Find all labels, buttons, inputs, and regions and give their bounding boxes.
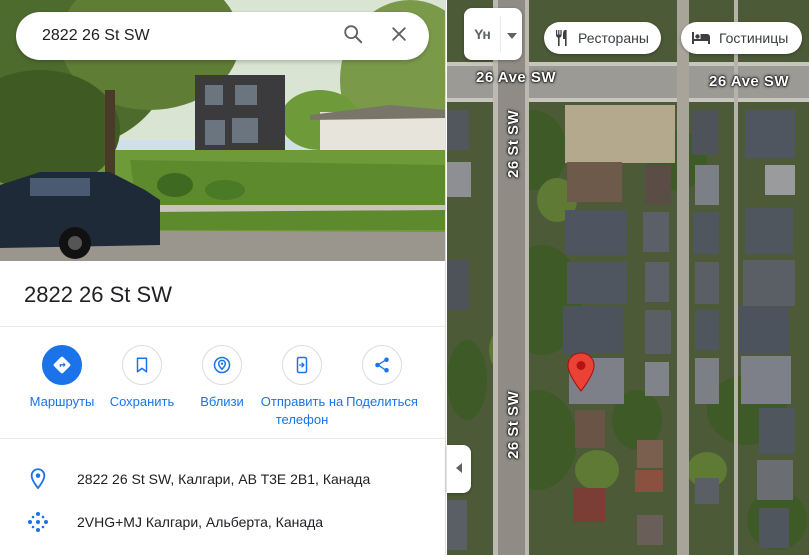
layer-dropdown-button[interactable] <box>501 8 522 60</box>
chip-label-hotels: Гостиницы <box>719 30 789 46</box>
chip-hotels[interactable]: Гостиницы <box>681 22 803 54</box>
send-to-phone-button[interactable]: Отправить на телефон <box>261 345 343 429</box>
divider <box>0 438 445 439</box>
restaurant-icon <box>554 29 570 47</box>
search-input[interactable] <box>16 12 333 60</box>
location-marker[interactable] <box>566 352 596 392</box>
place-panel: 2822 26 St SW Маршруты Сохранить Вблизи … <box>0 0 446 555</box>
map-layers-control: Yн <box>464 8 522 60</box>
search-button[interactable] <box>333 16 373 56</box>
divider <box>0 326 445 327</box>
directions-button[interactable]: Маршруты <box>22 345 102 429</box>
clear-search-button[interactable] <box>379 16 419 56</box>
street-label-26-ave-left: 26 Ave SW <box>476 69 557 86</box>
bookmark-icon <box>122 345 162 385</box>
close-icon <box>389 24 409 49</box>
place-title: 2822 26 St SW <box>24 282 172 307</box>
collapse-panel-button[interactable] <box>447 445 471 493</box>
chip-label-restaurants: Рестораны <box>578 30 649 46</box>
street-label-26-ave-right: 26 Ave SW <box>709 73 790 90</box>
caret-down-icon <box>506 26 517 44</box>
caret-left-icon <box>456 460 462 478</box>
search-icon <box>342 23 364 50</box>
share-icon <box>362 345 402 385</box>
nearby-icon <box>202 345 242 385</box>
save-button[interactable]: Сохранить <box>102 345 182 429</box>
map-type-button[interactable]: Yн <box>464 8 500 60</box>
address-row[interactable]: 2822 26 St SW, Калгари, AB T3E 2B1, Кана… <box>0 457 445 501</box>
action-bar: Маршруты Сохранить Вблизи Отправить на т… <box>0 345 445 429</box>
send-to-phone-icon <box>282 345 322 385</box>
nearby-button[interactable]: Вблизи <box>182 345 262 429</box>
share-button[interactable]: Поделиться <box>342 345 422 429</box>
street-label-26-st-bottom: 26 St SW <box>505 390 522 459</box>
address-text: 2822 26 St SW, Калгари, AB T3E 2B1, Кана… <box>77 471 371 487</box>
search-box <box>16 12 429 60</box>
street-label-26-st-top: 26 St SW <box>505 109 522 178</box>
action-label-share: Поделиться <box>346 394 418 409</box>
plus-code-icon <box>26 510 50 534</box>
plus-code-text: 2VHG+MJ Калгари, Альберта, Канада <box>77 514 324 530</box>
location-pin-icon <box>26 467 50 491</box>
hotel-icon <box>691 31 711 45</box>
plus-code-row[interactable]: 2VHG+MJ Калгари, Альберта, Канада <box>0 500 445 544</box>
chip-restaurants[interactable]: Рестораны <box>544 22 661 54</box>
directions-icon <box>42 345 82 385</box>
